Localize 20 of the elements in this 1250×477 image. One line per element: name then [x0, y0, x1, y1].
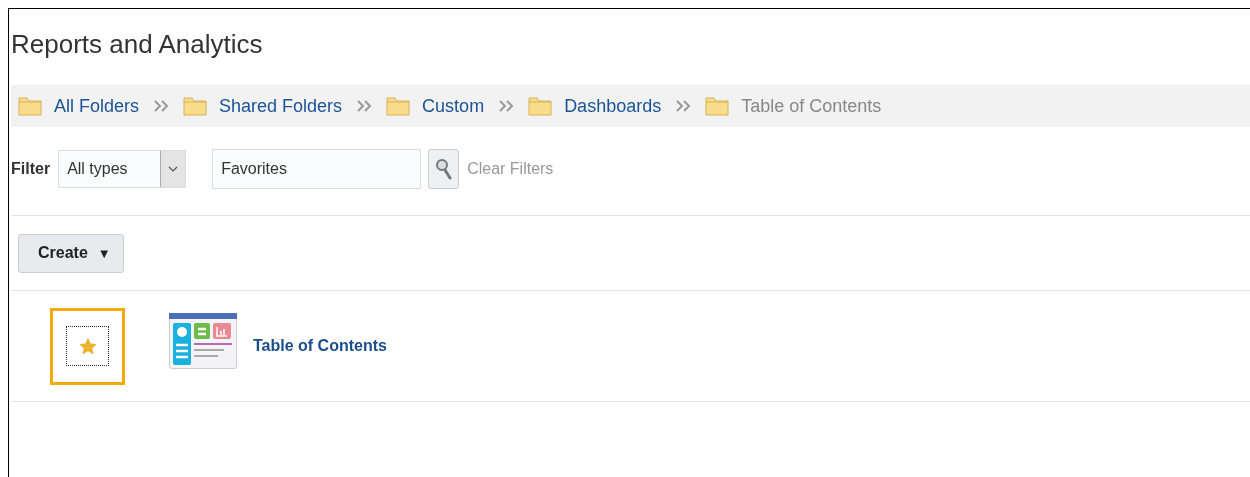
breadcrumb-link[interactable]: Shared Folders: [219, 95, 343, 117]
folder-icon: [183, 96, 208, 116]
breadcrumb-link[interactable]: Dashboards: [564, 95, 662, 117]
type-dropdown[interactable]: All types: [58, 150, 187, 188]
search-field[interactable]: Favorites: [212, 149, 422, 189]
folder-icon: [18, 96, 42, 116]
favorite-toggle[interactable]: [50, 307, 125, 385]
dashboard-icon: [169, 313, 237, 369]
create-button[interactable]: Create ▼: [18, 233, 124, 273]
folder-icon: [386, 96, 411, 116]
folder-icon: [528, 96, 553, 116]
dropdown-caret-icon[interactable]: [160, 151, 186, 187]
page-title: Reports and Analytics: [11, 29, 264, 61]
folder-icon: [705, 96, 730, 116]
breadcrumb-link[interactable]: All Folders: [54, 95, 140, 117]
search-icon: [434, 158, 453, 180]
search-button[interactable]: [428, 149, 460, 189]
breadcrumb-link[interactable]: Custom: [422, 95, 485, 117]
filter-label: Filter: [11, 160, 51, 178]
item-link[interactable]: Table of Contents: [253, 337, 387, 355]
